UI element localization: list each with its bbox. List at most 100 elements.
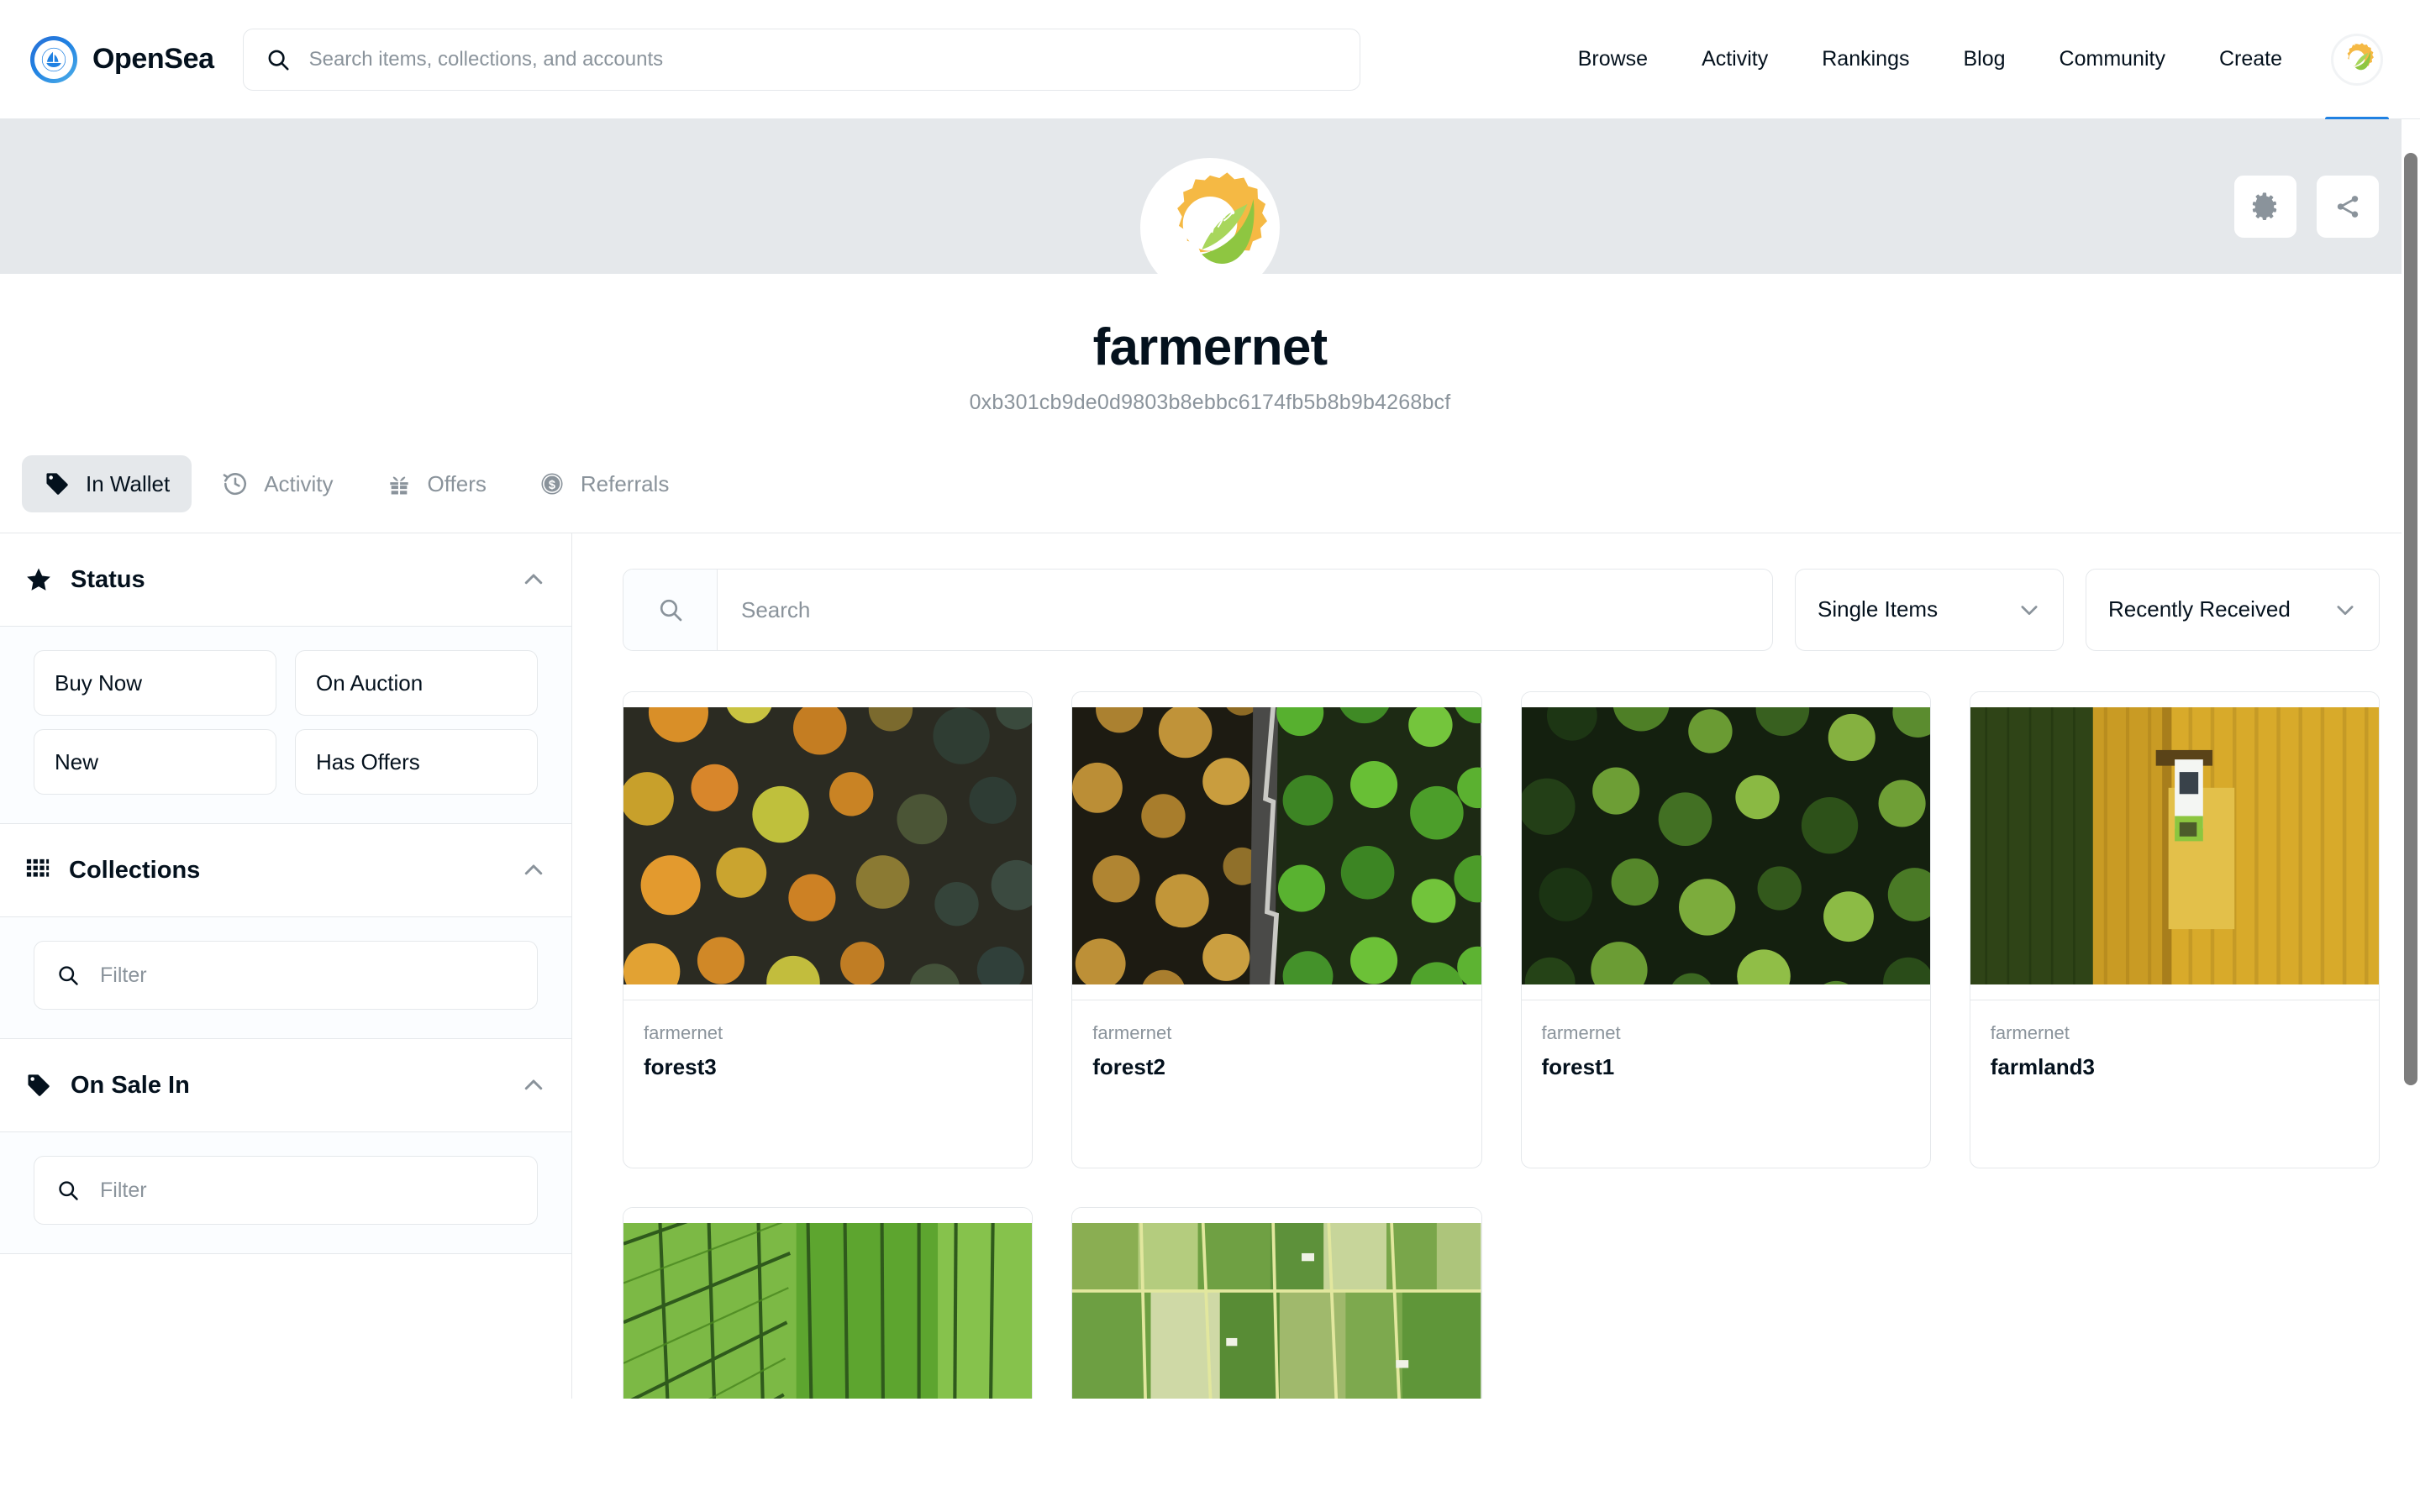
farmernet-gear-leaf-avatar-icon	[2331, 33, 2383, 86]
nft-card-info: farmernet farmland3	[1970, 1000, 2379, 1168]
nft-collection-name: farmernet	[1990, 1022, 2070, 1043]
sort-dropdown[interactable]: Recently Received	[2086, 569, 2380, 651]
search-icon	[623, 570, 718, 650]
sort-dropdown-label: Recently Received	[2108, 596, 2291, 622]
nft-card[interactable]: farmernet forest1	[1520, 691, 1931, 1168]
status-filter-new[interactable]: New	[34, 729, 276, 795]
profile-action-buttons	[2233, 175, 2380, 239]
filter-section-title: Collections	[69, 856, 201, 884]
filter-section-title: On Sale In	[71, 1071, 190, 1099]
collections-filter-input[interactable]: Filter	[34, 941, 538, 1010]
filter-section-title: Status	[71, 565, 145, 593]
filter-section-collections-header[interactable]: Collections	[0, 824, 571, 916]
filter-section-on-sale-in-header[interactable]: On Sale In	[0, 1039, 571, 1131]
nft-collection-name: farmernet	[644, 1022, 723, 1043]
nft-collection-name: farmernet	[1092, 1022, 1172, 1043]
status-filter-buttons: Buy Now On Auction New Has Offers	[34, 650, 538, 795]
primary-nav-links: Browse Activity Rankings Blog Community …	[1551, 33, 2389, 121]
nft-card-info: farmernet forest2	[1072, 1000, 1481, 1168]
filter-section-on-sale-in-body: Filter	[0, 1131, 571, 1254]
item-type-dropdown-label: Single Items	[1818, 596, 1939, 622]
search-icon	[56, 963, 80, 987]
global-search-input[interactable]: Search items, collections, and accounts	[242, 28, 1360, 91]
status-filter-buy-now[interactable]: Buy Now	[34, 650, 276, 716]
items-panel: Search Single Items Recently Received fa…	[572, 533, 2420, 1399]
nft-card[interactable]: farmernet forest2	[1071, 691, 1482, 1168]
nft-thumbnail	[623, 1208, 1033, 1399]
tab-label: In Wallet	[86, 470, 171, 496]
nav-link-blog[interactable]: Blog	[1936, 47, 2032, 71]
nft-card[interactable]: farmernet forest3	[623, 691, 1034, 1168]
patchwork-fields-aerial-art	[1072, 1223, 1481, 1399]
nft-card-info: farmernet forest3	[623, 1000, 1033, 1168]
nft-thumbnail	[623, 692, 1033, 1000]
nft-item-name: forest1	[1541, 1054, 1615, 1079]
item-type-dropdown[interactable]: Single Items	[1795, 569, 2064, 651]
tab-offers[interactable]: Offers	[364, 455, 508, 512]
nft-card[interactable]: farmernet	[1071, 1207, 1482, 1399]
nft-card[interactable]: farmernet farmland3	[1969, 691, 2380, 1168]
grid-icon	[25, 858, 50, 883]
tab-in-wallet[interactable]: In Wallet	[22, 455, 192, 512]
account-menu-button[interactable]	[2325, 33, 2389, 121]
collections-filter-placeholder: Filter	[100, 963, 147, 987]
global-search-placeholder: Search items, collections, and accounts	[308, 47, 664, 71]
status-filter-has-offers[interactable]: Has Offers	[295, 729, 538, 795]
share-icon	[2333, 192, 2362, 221]
nft-card-info: farmernet forest1	[1521, 1000, 1930, 1168]
items-grid: farmernet forest3 farmernet forest2 farm…	[623, 691, 2380, 1399]
chevron-down-icon	[2018, 598, 2041, 622]
autumn-forest-aerial-art	[623, 707, 1033, 984]
filter-section-status-header[interactable]: Status	[0, 533, 571, 626]
scrollbar-thumb[interactable]	[2404, 153, 2417, 1085]
nft-thumbnail	[1970, 692, 2379, 1000]
filter-section-status-body: Buy Now On Auction New Has Offers	[0, 626, 571, 824]
nav-link-rankings[interactable]: Rankings	[1795, 47, 1936, 71]
nav-link-browse[interactable]: Browse	[1551, 47, 1675, 71]
gift-icon	[386, 470, 413, 497]
tab-activity[interactable]: Activity	[200, 455, 355, 512]
status-filter-on-auction[interactable]: On Auction	[295, 650, 538, 716]
page-scrollbar[interactable]	[2402, 119, 2420, 1512]
nav-link-community[interactable]: Community	[2033, 47, 2192, 71]
nft-item-name: forest2	[1092, 1054, 1165, 1079]
search-icon	[266, 47, 291, 72]
opensea-ship-icon	[30, 35, 77, 83]
chevron-up-icon[interactable]	[521, 567, 546, 592]
farmernet-gear-leaf-avatar-icon	[1147, 165, 1273, 291]
brand-logo-link[interactable]: OpenSea	[30, 35, 214, 83]
nft-thumbnail	[1521, 692, 1930, 1000]
nav-link-create[interactable]: Create	[2192, 47, 2309, 71]
nft-item-name: farmland3	[1990, 1054, 2096, 1079]
tag-icon	[25, 1072, 52, 1099]
tab-referrals[interactable]: $ Referrals	[517, 455, 691, 512]
green-forest-aerial-art	[1521, 707, 1930, 984]
profile-header: farmernet 0xb301cb9de0d9803b8ebbc6174fb5…	[0, 158, 2420, 415]
nft-thumbnail	[1072, 692, 1481, 1000]
profile-tabs: In Wallet Activity Offers $ Referrals	[0, 455, 2420, 533]
chevron-down-icon	[2333, 598, 2357, 622]
wallet-address[interactable]: 0xb301cb9de0d9803b8ebbc6174fb5b8b9b4268b…	[0, 391, 2420, 415]
search-icon	[56, 1179, 80, 1202]
share-button[interactable]	[2316, 175, 2380, 239]
gear-icon	[2251, 192, 2280, 221]
dollar-coin-icon: $	[539, 470, 566, 497]
item-search-input[interactable]: Search	[623, 569, 1773, 651]
chevron-up-icon[interactable]	[521, 858, 546, 883]
brand-name: OpenSea	[92, 43, 214, 75]
tag-icon	[44, 470, 71, 497]
profile-avatar	[1140, 158, 1280, 297]
on-sale-in-filter-input[interactable]: Filter	[34, 1156, 538, 1225]
nft-card[interactable]: farmernet	[623, 1207, 1034, 1399]
history-clock-icon	[222, 470, 249, 497]
chevron-up-icon[interactable]	[521, 1073, 546, 1098]
nft-item-name: forest3	[644, 1054, 717, 1079]
items-toolbar: Search Single Items Recently Received	[623, 569, 2380, 651]
wheat-harvester-aerial-art	[1970, 707, 2379, 984]
split-forest-road-aerial-art	[1072, 707, 1481, 984]
nav-link-activity[interactable]: Activity	[1675, 47, 1795, 71]
top-navigation-bar: OpenSea Search items, collections, and a…	[0, 0, 2420, 121]
settings-button[interactable]	[2233, 175, 2297, 239]
filter-section-collections-body: Filter	[0, 916, 571, 1039]
nft-collection-name: farmernet	[1541, 1022, 1621, 1043]
